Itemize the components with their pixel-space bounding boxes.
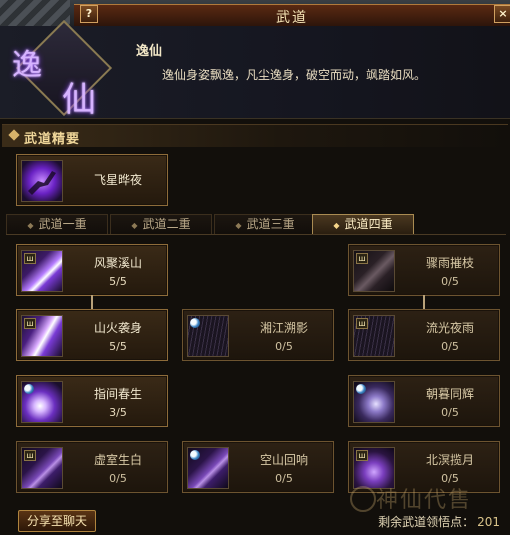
skill-card[interactable]: 空山回响 0/5: [182, 441, 334, 493]
badge-char-1: 逸: [12, 48, 42, 83]
skill-name: 北溟揽月: [425, 453, 474, 467]
watermark: 神仙代售: [376, 488, 473, 513]
skill-card[interactable]: ш 流光夜雨 0/5: [348, 309, 500, 361]
spirit-figure-icon: [353, 381, 395, 423]
skill-card[interactable]: 指间春生 3/5: [16, 375, 168, 427]
class-description: 逸仙身姿飘逸，凡尘逸身，破空而动，飒踏如风。: [162, 68, 427, 82]
window-title: 武道: [276, 10, 308, 26]
purple-slash-icon: [187, 447, 229, 489]
skill-name: 空山回响: [259, 453, 308, 467]
watermark-logo-icon: [350, 486, 376, 512]
rain-streak-icon: ш: [353, 315, 395, 357]
wing-tag-icon: ш: [356, 253, 368, 264]
purple-orb-icon: [21, 381, 63, 423]
skill-card[interactable]: ш 山火袭身 5/5: [16, 309, 168, 361]
class-badge: 逸 仙: [8, 19, 113, 120]
dark-slash-icon: ш: [353, 250, 395, 292]
essential-skill-card[interactable]: 飞星晔夜: [16, 154, 168, 206]
skill-name: 湘江溯影: [259, 321, 308, 335]
remaining-points: 剩余武道领悟点： 201: [378, 513, 500, 530]
wing-tag-icon: ш: [356, 318, 368, 329]
skill-card[interactable]: ш 虚室生白 0/5: [16, 441, 168, 493]
moon-tag-icon: [356, 384, 366, 394]
skill-level: 5/5: [109, 340, 127, 353]
section-header: 武道精要: [2, 124, 508, 147]
skill-level: 0/5: [275, 472, 293, 485]
skill-name: 山火袭身: [93, 321, 142, 335]
skill-name: 虚室生白: [93, 453, 142, 467]
help-button[interactable]: ?: [80, 5, 98, 23]
moon-tag-icon: [190, 318, 200, 328]
skill-level: 0/5: [109, 472, 127, 485]
essential-skill-name: 飞星晔夜: [93, 173, 142, 187]
diamond-bullet-icon: [8, 129, 20, 141]
skill-level: 0/5: [441, 406, 459, 419]
tab-tier-4[interactable]: 武道四重: [312, 214, 414, 234]
tab-tier-3[interactable]: 武道三重: [214, 214, 316, 234]
tab-tier-2[interactable]: 武道二重: [110, 214, 212, 234]
wing-tag-icon: ш: [24, 253, 36, 264]
skill-level: 5/5: [109, 275, 127, 288]
skill-connector: [91, 295, 93, 309]
skill-level: 0/5: [441, 275, 459, 288]
class-name: 逸仙: [136, 44, 163, 59]
wudao-window: 武道 ? × 逸 仙 逸仙 逸仙身姿飘逸，凡尘逸身，破空而动，飒踏如风。 武道精…: [0, 0, 510, 535]
section-title: 武道精要: [24, 132, 81, 147]
skill-name: 风聚溪山: [93, 256, 142, 270]
skill-card[interactable]: 湘江溯影 0/5: [182, 309, 334, 361]
purple-slash-icon: ш: [21, 315, 63, 357]
purple-slash-icon: ш: [21, 250, 63, 292]
skill-card[interactable]: ш 骤雨摧枝 0/5: [348, 244, 500, 296]
wing-tag-icon: ш: [24, 450, 36, 461]
close-button[interactable]: ×: [494, 5, 510, 23]
skill-name: 骤雨摧枝: [425, 256, 474, 270]
skill-level: 0/5: [441, 340, 459, 353]
title-bar: 武道: [74, 4, 510, 28]
rain-streak-icon: [187, 315, 229, 357]
badge-char-2: 仙: [62, 80, 96, 120]
skill-name: 朝暮同辉: [425, 387, 474, 401]
skill-card[interactable]: ш 风聚溪山 5/5: [16, 244, 168, 296]
wing-tag-icon: ш: [356, 450, 368, 461]
skill-card[interactable]: 朝暮同辉 0/5: [348, 375, 500, 427]
wing-tag-icon: ш: [24, 318, 36, 329]
share-to-chat-button[interactable]: 分享至聊天: [18, 510, 96, 532]
flying-figure-icon: [21, 160, 63, 202]
tier-tabs: 武道一重 武道二重 武道三重 武道四重: [6, 214, 506, 235]
remaining-points-value: 201: [477, 515, 500, 529]
moon-tag-icon: [190, 450, 200, 460]
skill-level: 3/5: [109, 406, 127, 419]
skill-level: 0/5: [275, 340, 293, 353]
purple-slash-icon: ш: [21, 447, 63, 489]
skill-connector: [423, 295, 425, 309]
moon-tag-icon: [24, 384, 34, 394]
skill-name: 指间春生: [93, 387, 142, 401]
stone-texture: [0, 0, 70, 26]
tab-tier-1[interactable]: 武道一重: [6, 214, 108, 234]
skill-name: 流光夜雨: [425, 321, 474, 335]
remaining-points-label: 剩余武道领悟点：: [378, 515, 475, 529]
